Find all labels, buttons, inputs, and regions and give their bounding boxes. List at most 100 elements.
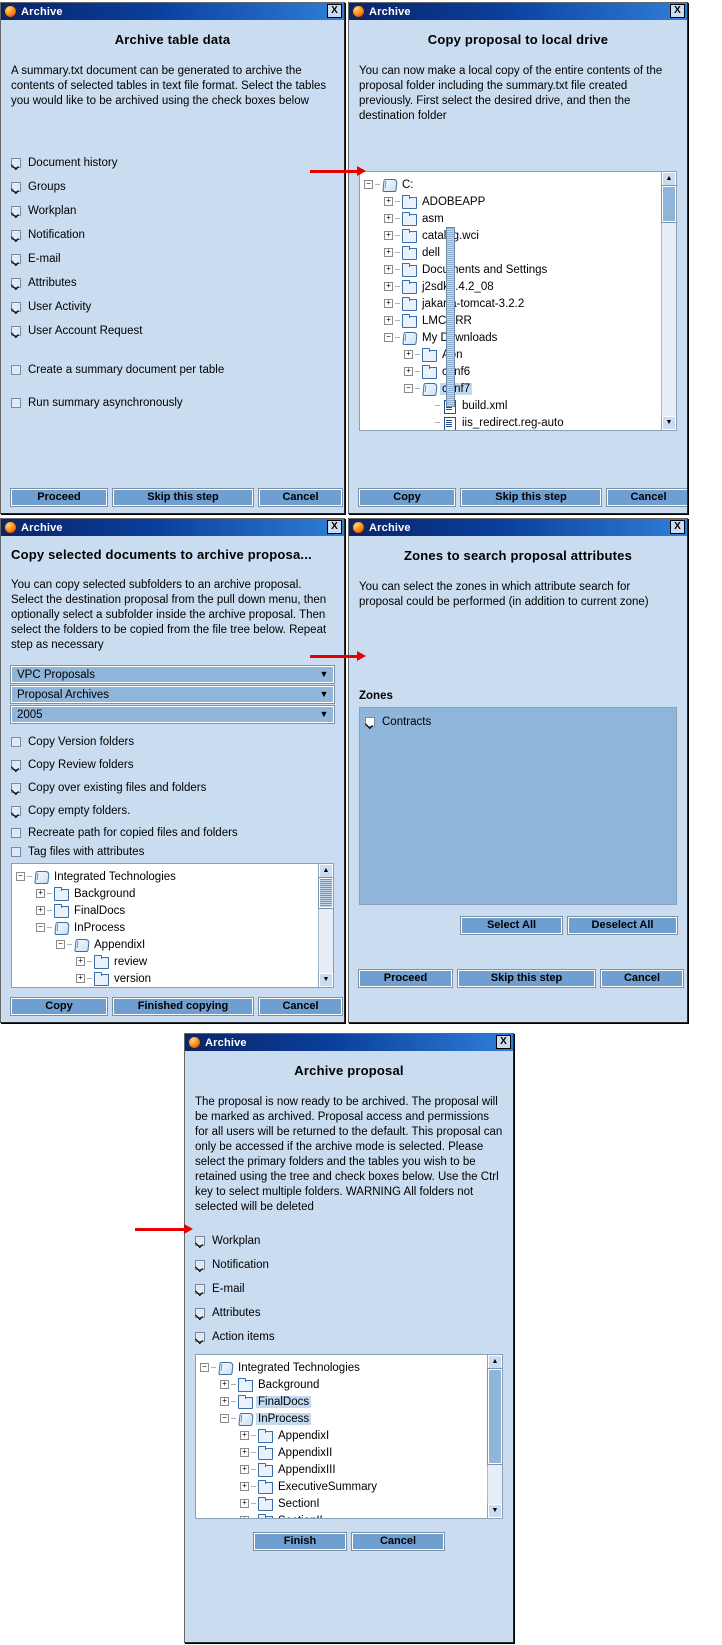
collapse-icon[interactable]: − bbox=[16, 872, 25, 881]
window-archive-proposal[interactable]: Archive X Archive proposal The proposal … bbox=[184, 1033, 514, 1643]
titlebar[interactable]: Archive X bbox=[1, 3, 344, 20]
checkbox-copy-empty-folders[interactable] bbox=[11, 805, 21, 816]
checkbox-attributes[interactable] bbox=[195, 1308, 205, 1318]
expand-icon[interactable]: + bbox=[240, 1465, 249, 1474]
expand-icon[interactable]: + bbox=[240, 1499, 249, 1508]
tree-node[interactable]: − InProcess bbox=[200, 1410, 487, 1427]
scroll-up-icon[interactable]: ▲ bbox=[661, 172, 676, 187]
checkbox-row-copy-empty-folders[interactable]: Copy empty folders. bbox=[11, 799, 334, 822]
expand-icon[interactable]: + bbox=[76, 957, 85, 966]
scroll-track[interactable] bbox=[487, 1368, 502, 1504]
expand-icon[interactable]: + bbox=[384, 282, 393, 291]
cancel-button[interactable]: Cancel bbox=[600, 969, 684, 988]
checkbox-user-account-request[interactable] bbox=[11, 326, 21, 336]
zone-row-contracts[interactable]: Contracts bbox=[365, 713, 676, 731]
checkbox-row-document-history[interactable]: Document history bbox=[11, 151, 334, 175]
proceed-button[interactable]: Proceed bbox=[10, 488, 108, 507]
checkbox-attributes[interactable] bbox=[11, 278, 21, 288]
tree-node[interactable]: + Aon bbox=[364, 346, 661, 363]
tree-node[interactable]: + FinalDocs bbox=[16, 902, 318, 919]
scroll-down-icon[interactable]: ▼ bbox=[318, 972, 333, 987]
copy-button[interactable]: Copy bbox=[358, 488, 456, 507]
checkbox-row-workplan[interactable]: Workplan bbox=[11, 199, 334, 223]
proceed-button[interactable]: Proceed bbox=[358, 969, 453, 988]
tree-node[interactable]: − AppendixI bbox=[16, 936, 318, 953]
checkbox-recreate-path[interactable] bbox=[11, 827, 21, 838]
checkbox-action-items[interactable] bbox=[195, 1332, 205, 1342]
scroll-track[interactable] bbox=[661, 185, 676, 416]
checkbox-row-user-account-request[interactable]: User Account Request bbox=[11, 319, 334, 343]
close-icon[interactable]: X bbox=[327, 520, 342, 534]
cancel-button[interactable]: Cancel bbox=[258, 488, 343, 507]
tree-node[interactable]: + SectionII bbox=[200, 1512, 487, 1518]
checkbox-workplan[interactable] bbox=[195, 1236, 205, 1246]
scroll-up-icon[interactable]: ▲ bbox=[487, 1355, 502, 1370]
checkbox-zone-contracts[interactable] bbox=[365, 717, 375, 727]
deselect-all-button[interactable]: Deselect All bbox=[567, 916, 678, 935]
tree-node[interactable]: + ADOBEAPP bbox=[364, 193, 661, 210]
cancel-button[interactable]: Cancel bbox=[351, 1532, 445, 1551]
chevron-down-icon[interactable]: ▼ bbox=[315, 707, 333, 722]
checkbox-row-workplan[interactable]: Workplan bbox=[195, 1229, 503, 1253]
expand-icon[interactable]: + bbox=[384, 231, 393, 240]
tree-node[interactable]: + conf6 bbox=[364, 363, 661, 380]
scroll-down-icon[interactable]: ▼ bbox=[661, 415, 676, 430]
titlebar[interactable]: Archive X bbox=[349, 3, 687, 20]
checkbox-run-async[interactable] bbox=[11, 398, 21, 408]
expand-icon[interactable]: + bbox=[36, 906, 45, 915]
expand-icon[interactable]: + bbox=[220, 1380, 229, 1389]
tree-node[interactable]: − Integrated Technologies bbox=[16, 868, 318, 885]
tree-node[interactable]: + review bbox=[16, 953, 318, 970]
tree-node[interactable]: + j2sdk1.4.2_08 bbox=[364, 278, 661, 295]
checkbox-row-copy-over-existing[interactable]: Copy over existing files and folders bbox=[11, 776, 334, 799]
tree-node[interactable]: + ExecutiveSummary bbox=[200, 1478, 487, 1495]
skip-this-step-button[interactable]: Skip this step bbox=[460, 488, 602, 507]
checkbox-row-action-items[interactable]: Action items bbox=[195, 1325, 503, 1349]
checkbox-row-attributes[interactable]: Attributes bbox=[195, 1301, 503, 1325]
tree-node[interactable]: + version bbox=[16, 970, 318, 987]
checkbox-row-attributes[interactable]: Attributes bbox=[11, 271, 334, 295]
tree-node[interactable]: iis_redirect.reg-auto bbox=[364, 414, 661, 430]
collapse-icon[interactable]: − bbox=[384, 333, 393, 342]
tree-node[interactable]: − InProcess bbox=[16, 919, 318, 936]
scroll-thumb[interactable] bbox=[318, 877, 333, 909]
tree-node[interactable]: + Background bbox=[200, 1376, 487, 1393]
tree-node[interactable]: + LMCORR bbox=[364, 312, 661, 329]
proposal-subfolder-select[interactable]: Proposal Archives ▼ bbox=[10, 685, 335, 704]
tree-node[interactable]: − C: bbox=[364, 176, 661, 193]
source-folder-tree[interactable]: − Integrated Technologies + Background +… bbox=[11, 863, 334, 988]
proposal-year-select[interactable]: 2005 ▼ bbox=[10, 705, 335, 724]
chevron-down-icon[interactable]: ▼ bbox=[315, 667, 333, 682]
expand-icon[interactable]: + bbox=[76, 974, 85, 983]
window-archive-table-data[interactable]: Archive X Archive table data A summary.t… bbox=[0, 2, 345, 514]
expand-icon[interactable]: + bbox=[384, 316, 393, 325]
collapse-icon[interactable]: − bbox=[200, 1363, 209, 1372]
checkbox-email[interactable] bbox=[11, 254, 21, 264]
cancel-button[interactable]: Cancel bbox=[258, 997, 343, 1016]
expand-icon[interactable]: + bbox=[384, 248, 393, 257]
tree-node[interactable]: + SectionI bbox=[200, 1495, 487, 1512]
close-icon[interactable]: X bbox=[496, 1035, 511, 1049]
checkbox-row-tag-files[interactable]: Tag files with attributes bbox=[11, 843, 334, 861]
tree-inner-scrollbar[interactable] bbox=[446, 227, 455, 407]
checkbox-row-copy-review-folders[interactable]: Copy Review folders bbox=[11, 753, 334, 776]
zones-listbox[interactable]: Contracts bbox=[359, 707, 677, 905]
checkbox-copy-version-folders[interactable] bbox=[11, 736, 21, 747]
scroll-down-icon[interactable]: ▼ bbox=[487, 1503, 502, 1518]
close-icon[interactable]: X bbox=[327, 4, 342, 18]
tree-vertical-scrollbar[interactable]: ▲ ▼ bbox=[487, 1355, 502, 1518]
titlebar[interactable]: Archive X bbox=[1, 519, 344, 536]
expand-icon[interactable]: + bbox=[384, 299, 393, 308]
drive-tree[interactable]: − C: + ADOBEAPP + asm + catalog. bbox=[359, 171, 677, 431]
checkbox-workplan[interactable] bbox=[11, 206, 21, 216]
skip-this-step-button[interactable]: Skip this step bbox=[457, 969, 596, 988]
cancel-button[interactable]: Cancel bbox=[606, 488, 687, 507]
checkbox-row-run-async[interactable]: Run summary asynchronously bbox=[11, 391, 334, 415]
expand-icon[interactable]: + bbox=[384, 197, 393, 206]
window-copy-selected-documents[interactable]: Archive X Copy selected documents to arc… bbox=[0, 518, 345, 1023]
checkbox-groups[interactable] bbox=[11, 182, 21, 192]
finish-button[interactable]: Finish bbox=[253, 1532, 347, 1551]
close-icon[interactable]: X bbox=[670, 4, 685, 18]
scroll-up-icon[interactable]: ▲ bbox=[318, 864, 333, 879]
select-all-button[interactable]: Select All bbox=[460, 916, 563, 935]
